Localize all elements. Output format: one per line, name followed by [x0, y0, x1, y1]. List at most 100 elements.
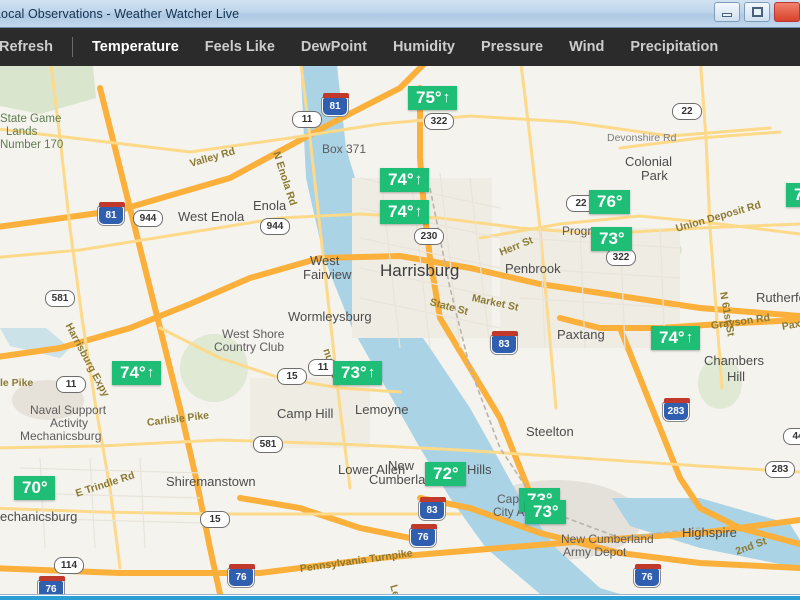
route-shield-number: 76 [641, 572, 653, 583]
route-shield-number: 283 [771, 464, 789, 475]
tab-temperature[interactable]: Temperature [79, 39, 192, 55]
route-shield-number: 322 [430, 116, 448, 127]
route-shield-number: 83 [426, 505, 438, 516]
temperature-marker[interactable]: 76° [589, 190, 630, 214]
temperature-value: 73° [533, 502, 559, 521]
tab-humidity[interactable]: Humidity [380, 39, 468, 55]
tab-wind[interactable]: Wind [556, 39, 617, 55]
temperature-value: 74° [388, 170, 414, 189]
trend-up-icon: ↑ [146, 364, 155, 381]
route-shield-number: 22 [575, 198, 587, 209]
temperature-value: 74° [120, 363, 146, 382]
route-shield-number: 11 [301, 114, 313, 125]
window-title: Local Observations - Weather Watcher Liv… [0, 6, 240, 21]
route-shield-number: 114 [60, 560, 78, 571]
temperature-value: 74° [388, 202, 414, 221]
route-shield-11: 11 [292, 111, 322, 128]
temperature-value: 73° [341, 363, 367, 382]
tab-pressure[interactable]: Pressure [468, 39, 556, 55]
route-shield-44: 44 [783, 428, 800, 445]
route-shield-number: 322 [612, 252, 630, 263]
route-shield-number: 581 [51, 293, 69, 304]
route-shield-number: 22 [681, 106, 693, 117]
route-shield-283: 283 [663, 398, 690, 421]
route-shield-76: 76 [228, 564, 255, 587]
route-shield-114: 114 [54, 557, 84, 574]
temperature-value: 74° [659, 328, 685, 347]
route-shield-944: 944 [260, 218, 290, 235]
title-bar: Local Observations - Weather Watcher Liv… [0, 0, 800, 28]
route-shield-81: 81 [98, 202, 125, 225]
temperature-marker[interactable]: 73° [525, 500, 566, 524]
trend-up-icon: ↑ [414, 171, 423, 188]
route-shield-number: 11 [65, 379, 77, 390]
minimize-icon [722, 13, 732, 17]
temperature-marker[interactable]: 74° ↑ [651, 326, 701, 350]
route-shield-76: 76 [634, 564, 661, 587]
metric-toolbar[interactable]: Refresh Temperature Feels Like DewPoint Hum… [0, 28, 800, 66]
route-shield-76: 76 [410, 524, 437, 547]
toolbar-separator [72, 37, 73, 57]
route-shield-322: 322 [606, 249, 636, 266]
maximize-button[interactable] [744, 2, 770, 22]
temperature-marker[interactable]: 74° ↑ [112, 361, 162, 385]
route-shield-76: 76 [38, 576, 65, 594]
route-shield-number: 15 [209, 514, 221, 525]
weather-watcher-window: Local Observations - Weather Watcher Liv… [0, 0, 800, 600]
route-shield-number: 83 [498, 339, 510, 350]
temperature-marker[interactable]: 72° [425, 462, 466, 486]
route-shield-number: 76 [45, 584, 57, 594]
refresh-button[interactable]: Refresh [0, 39, 66, 55]
route-shield-number: 76 [417, 532, 429, 543]
route-shield-number: 15 [286, 371, 298, 382]
tab-precipitation[interactable]: Precipitation [617, 39, 731, 55]
route-shield-number: 581 [259, 439, 277, 450]
route-shield-322: 322 [424, 113, 454, 130]
temperature-marker[interactable]: 73° ↑ [333, 361, 383, 385]
trend-up-icon: ↑ [414, 203, 423, 220]
temperature-value: 76° [597, 192, 623, 211]
temperature-marker[interactable]: 75° [786, 183, 800, 207]
route-shield-number: 44 [792, 431, 800, 442]
temperature-marker[interactable]: 73° [591, 227, 632, 251]
temperature-value: 75° [794, 185, 800, 204]
route-shield-number: 283 [667, 406, 685, 417]
tab-feels-like[interactable]: Feels Like [192, 39, 288, 55]
route-shield-22: 22 [672, 103, 702, 120]
trend-up-icon: ↑ [685, 329, 694, 346]
temperature-marker[interactable]: 74° ↑ [380, 168, 430, 192]
route-shield-number: 230 [420, 231, 438, 242]
minimize-button[interactable] [714, 2, 740, 22]
route-shield-number: 76 [235, 572, 247, 583]
route-shield-81: 81 [322, 93, 349, 116]
weather-map[interactable]: State Game Lands Number 170 West Enola Enola… [0, 28, 800, 594]
route-shield-11: 11 [56, 376, 86, 393]
route-shield-581: 581 [45, 290, 75, 307]
temperature-marker[interactable]: 74° ↑ [380, 200, 430, 224]
route-shield-83: 83 [491, 331, 518, 354]
route-shield-283: 283 [765, 461, 795, 478]
route-shield-83: 83 [419, 497, 446, 520]
route-shield-581: 581 [253, 436, 283, 453]
route-shield-number: 11 [317, 362, 329, 373]
temperature-value: 70° [22, 478, 48, 497]
route-shield-number: 944 [266, 221, 284, 232]
window-controls [714, 2, 800, 22]
tab-dewpoint[interactable]: DewPoint [288, 39, 380, 55]
maximize-icon [751, 7, 763, 17]
taskbar-strip [0, 596, 800, 600]
route-shield-number: 944 [139, 213, 157, 224]
close-button[interactable] [774, 2, 800, 22]
route-shield-number: 81 [329, 101, 341, 112]
temperature-value: 73° [599, 229, 625, 248]
temperature-marker[interactable]: 70° [14, 476, 55, 500]
route-shield-number: 81 [105, 210, 117, 221]
temperature-marker[interactable]: 75° ↑ [408, 86, 458, 110]
route-shield-15: 15 [200, 511, 230, 528]
trend-up-icon: ↑ [442, 89, 451, 106]
route-shield-230: 230 [414, 228, 444, 245]
temperature-value: 75° [416, 88, 442, 107]
temperature-value: 72° [433, 464, 459, 483]
route-shield-944: 944 [133, 210, 163, 227]
metric-tabs[interactable]: Temperature Feels Like DewPoint Humidity Pre… [79, 39, 731, 55]
